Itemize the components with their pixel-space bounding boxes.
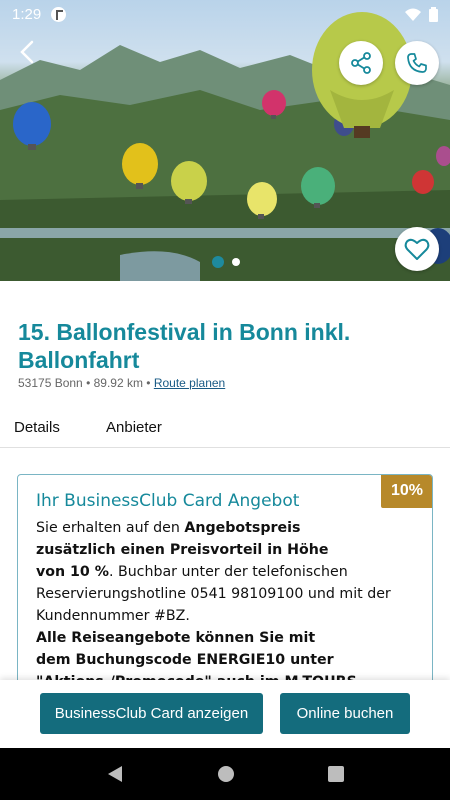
location-distance: 53175 Bonn • 89.92 km • <box>18 376 154 390</box>
system-nav-bar <box>0 748 450 800</box>
offer-text-bold: von 10 % <box>36 564 109 580</box>
status-icons <box>405 6 438 22</box>
call-button[interactable] <box>395 41 439 85</box>
offer-text-line: Kundennummer #BZ. <box>36 608 190 624</box>
route-link[interactable]: Route planen <box>154 376 225 390</box>
tab-anbieter[interactable]: Anbieter <box>106 406 162 448</box>
wifi-icon <box>405 8 421 21</box>
offer-text-line: . Buchbar unter der telefonischen <box>108 564 348 580</box>
favorite-button[interactable] <box>395 227 439 271</box>
book-online-button[interactable]: Online buchen <box>280 693 410 734</box>
offer-text-bold: Angebotspreis <box>184 520 301 536</box>
nav-back-icon[interactable] <box>106 765 124 783</box>
heart-icon <box>404 238 430 260</box>
app-notification-icon <box>51 6 67 22</box>
status-bar: 1:29 <box>0 0 450 28</box>
hero-image[interactable]: 1:29 <box>0 0 450 281</box>
offer-text-bold: Alle Reiseangebote können Sie mit <box>36 630 316 646</box>
status-time: 1:29 <box>12 5 42 23</box>
carousel-dot-active[interactable] <box>212 256 224 268</box>
offer-text: Sie erhalten auf den Angebotspreis zusät… <box>36 517 426 693</box>
offer-box: 10% Ihr BusinessClub Card Angebot Sie er… <box>17 474 433 714</box>
phone-icon <box>407 53 427 73</box>
offer-text-bold: zusätzlich einen Preisvorteil in Höhe <box>36 542 329 558</box>
tab-details[interactable]: Details <box>14 406 60 448</box>
offer-text-bold: dem Buchungscode ENERGIE10 unter <box>36 652 334 668</box>
offer-title: Ihr BusinessClub Card Angebot <box>36 491 300 511</box>
back-button[interactable] <box>12 36 44 68</box>
share-icon <box>351 52 371 74</box>
offer-text-line: Reservierungshotline 0541 98109100 und m… <box>36 586 391 602</box>
tab-bar: Details Anbieter <box>0 406 450 448</box>
share-button[interactable] <box>339 41 383 85</box>
show-card-button[interactable]: BusinessClub Card anzeigen <box>40 693 263 734</box>
arrow-left-icon <box>20 40 34 64</box>
location-meta: 53175 Bonn • 89.92 km • Route planen <box>18 376 225 390</box>
page-title: 15. Ballonfestival in Bonn inkl. Ballonf… <box>18 319 351 373</box>
discount-badge: 10% <box>381 475 432 508</box>
offer-text-line: Sie erhalten auf den <box>36 520 185 536</box>
balloon-scene <box>0 12 450 281</box>
battery-icon <box>429 6 438 22</box>
nav-home-icon[interactable] <box>217 765 235 783</box>
nav-recents-icon[interactable] <box>327 766 344 782</box>
carousel-dot[interactable] <box>232 258 240 266</box>
carousel-indicator <box>212 256 240 268</box>
action-bar: BusinessClub Card anzeigen Online buchen <box>0 680 450 748</box>
